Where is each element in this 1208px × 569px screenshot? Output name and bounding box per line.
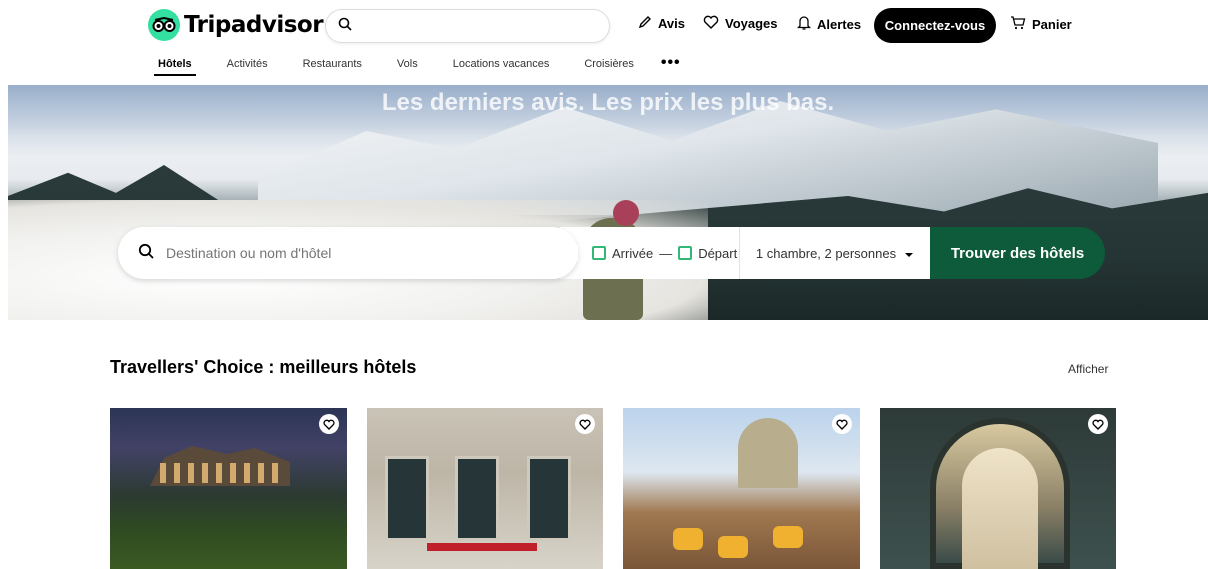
cart-icon — [1010, 15, 1026, 33]
tripadvisor-logo[interactable]: Tripadvisor — [148, 9, 324, 41]
date-separator: — — [659, 245, 673, 261]
header-search-input[interactable] — [360, 18, 609, 34]
alerts-label: Alertes — [817, 16, 862, 32]
pencil-icon — [638, 15, 652, 32]
cart-label: Panier — [1032, 16, 1072, 32]
hotel-card[interactable] — [879, 408, 1116, 569]
cart-link[interactable]: Panier — [1010, 15, 1072, 33]
section-title: Travellers' Choice : meilleurs hôtels — [110, 357, 417, 377]
destination-input[interactable] — [166, 245, 578, 261]
heart-icon — [703, 15, 719, 32]
guests-selector[interactable]: 1 chambre, 2 personnes — [740, 227, 930, 279]
header-search-box[interactable] — [325, 9, 610, 43]
checkout-label[interactable]: Départ — [698, 246, 737, 261]
trips-label: Voyages — [725, 16, 778, 31]
save-heart-icon[interactable] — [831, 414, 852, 434]
tab-cruises[interactable]: Croisières — [576, 58, 642, 76]
search-icon — [138, 243, 154, 264]
reviews-label: Avis — [658, 16, 685, 31]
top-header: Tripadvisor Avis Voyages Alertes Connect… — [0, 0, 1208, 50]
tab-activities[interactable]: Activités — [219, 58, 276, 76]
hotel-search-bar: Arrivée — Départ 1 chambre, 2 personnes … — [118, 227, 1120, 279]
tab-vacation-rentals[interactable]: Locations vacances — [445, 58, 558, 76]
trips-link[interactable]: Voyages — [703, 15, 778, 32]
hero-banner: Les derniers avis. Les prix les plus bas… — [8, 85, 1208, 320]
page: Tripadvisor Avis Voyages Alertes Connect… — [0, 0, 1208, 569]
category-tabs: Hôtels Activités Restaurants Vols Locati… — [150, 54, 681, 80]
destination-field[interactable] — [118, 227, 578, 279]
show-all-link[interactable]: Afficher — [1068, 362, 1108, 376]
save-heart-icon[interactable] — [318, 414, 339, 434]
hotel-card[interactable] — [110, 408, 347, 569]
caret-down-icon — [904, 246, 914, 261]
tab-hotels[interactable]: Hôtels — [150, 58, 200, 76]
checkin-label[interactable]: Arrivée — [612, 246, 653, 261]
hotel-card[interactable] — [623, 408, 860, 569]
bell-icon — [796, 15, 812, 33]
hotel-cards — [110, 408, 1116, 569]
calendar-icon — [678, 246, 693, 260]
alerts-link[interactable]: Alertes — [796, 15, 862, 33]
calendar-icon — [592, 246, 606, 260]
hero-title: Les derniers avis. Les prix les plus bas… — [381, 89, 835, 116]
guests-label: 1 chambre, 2 personnes — [755, 245, 897, 261]
hotel-card[interactable] — [366, 408, 603, 569]
save-heart-icon[interactable] — [575, 414, 595, 434]
search-icon — [338, 17, 352, 36]
save-heart-icon[interactable] — [1088, 414, 1108, 434]
date-picker[interactable]: Arrivée — Départ — [560, 227, 740, 279]
signin-button[interactable]: Connectez-vous — [874, 8, 996, 43]
tab-flights[interactable]: Vols — [389, 58, 426, 76]
tab-restaurants[interactable]: Restaurants — [295, 58, 370, 76]
owl-logo-icon — [148, 9, 180, 41]
logo-text: Tripadvisor — [184, 12, 324, 38]
find-hotels-button[interactable]: Trouver des hôtels — [930, 227, 1105, 279]
reviews-link[interactable]: Avis — [638, 15, 685, 32]
more-tabs-icon[interactable]: ••• — [661, 54, 681, 72]
